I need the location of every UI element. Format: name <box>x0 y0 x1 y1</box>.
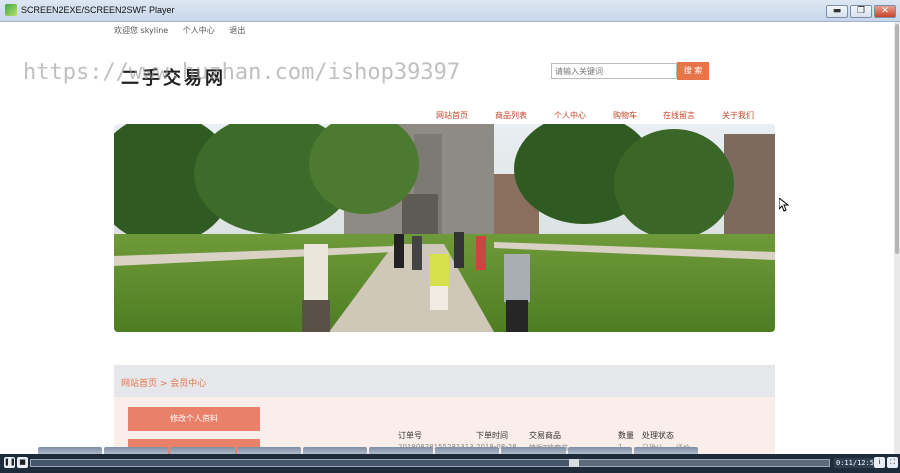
pause-icon[interactable]: ❚❚ <box>4 457 16 468</box>
restore-button[interactable]: ❐ <box>850 5 872 18</box>
breadcrumb-bar: 网站首页 > 会员中心 <box>114 365 775 397</box>
mouse-cursor-icon <box>779 198 789 212</box>
window-title: SCREEN2EXE/SCREEN2SWF Player <box>21 5 175 15</box>
logout-link[interactable]: 退出 <box>229 26 245 35</box>
scrollbar-thumb[interactable] <box>895 24 899 254</box>
col-order-no: 订单号 <box>398 431 422 440</box>
nav-item-home[interactable]: 网站首页 <box>436 110 468 121</box>
fullscreen-icon[interactable]: ⛶ <box>887 457 898 468</box>
minimize-button[interactable]: ▬ <box>826 5 848 18</box>
nav-item-messages[interactable]: 在线留言 <box>663 110 695 121</box>
search-button[interactable]: 搜 索 <box>677 62 709 80</box>
nav-item-cart[interactable]: 购物车 <box>613 110 637 121</box>
top-nav: 欢迎您 skyline 个人中心 退出 <box>114 25 257 36</box>
vertical-scrollbar[interactable] <box>894 22 900 454</box>
nav-item-profile[interactable]: 个人中心 <box>554 110 586 121</box>
window-titlebar: SCREEN2EXE/SCREEN2SWF Player ▬ ❐ ✕ <box>0 0 900 22</box>
stop-icon[interactable]: ■ <box>17 457 28 468</box>
watermark: https://www.huzhan.com/ishop39397 <box>23 60 461 85</box>
edit-profile-button[interactable]: 修改个人资料 <box>128 407 260 431</box>
col-product: 交易商品 <box>529 431 561 440</box>
nav-item-products[interactable]: 商品列表 <box>495 110 527 121</box>
breadcrumb[interactable]: 网站首页 > 会员中心 <box>121 376 206 389</box>
campus-banner-image <box>114 124 775 332</box>
app-icon <box>5 4 17 16</box>
player-controls: ❚❚ ■ 0:11/12:51 i ⛶ <box>0 454 900 473</box>
web-page: 欢迎您 skyline 个人中心 退出 二手交易网 https://www.hu… <box>3 22 894 454</box>
nav-item-about[interactable]: 关于我们 <box>722 110 754 121</box>
progress-track[interactable] <box>30 459 830 467</box>
col-order-time: 下单时间 <box>476 431 508 440</box>
progress-knob[interactable] <box>568 459 579 467</box>
search-input[interactable] <box>551 63 677 79</box>
welcome-text: 欢迎您 skyline <box>114 26 169 35</box>
col-status: 处理状态 <box>642 431 674 440</box>
close-button[interactable]: ✕ <box>874 5 896 18</box>
col-quantity: 数量 <box>618 431 634 440</box>
progress-fill <box>31 460 574 466</box>
member-center-panel: 修改个人资料 订单号 下单时间 交易商品 数量 处理状态 20180828155… <box>114 397 775 454</box>
profile-link[interactable]: 个人中心 <box>183 26 215 35</box>
info-icon[interactable]: i <box>874 457 885 468</box>
